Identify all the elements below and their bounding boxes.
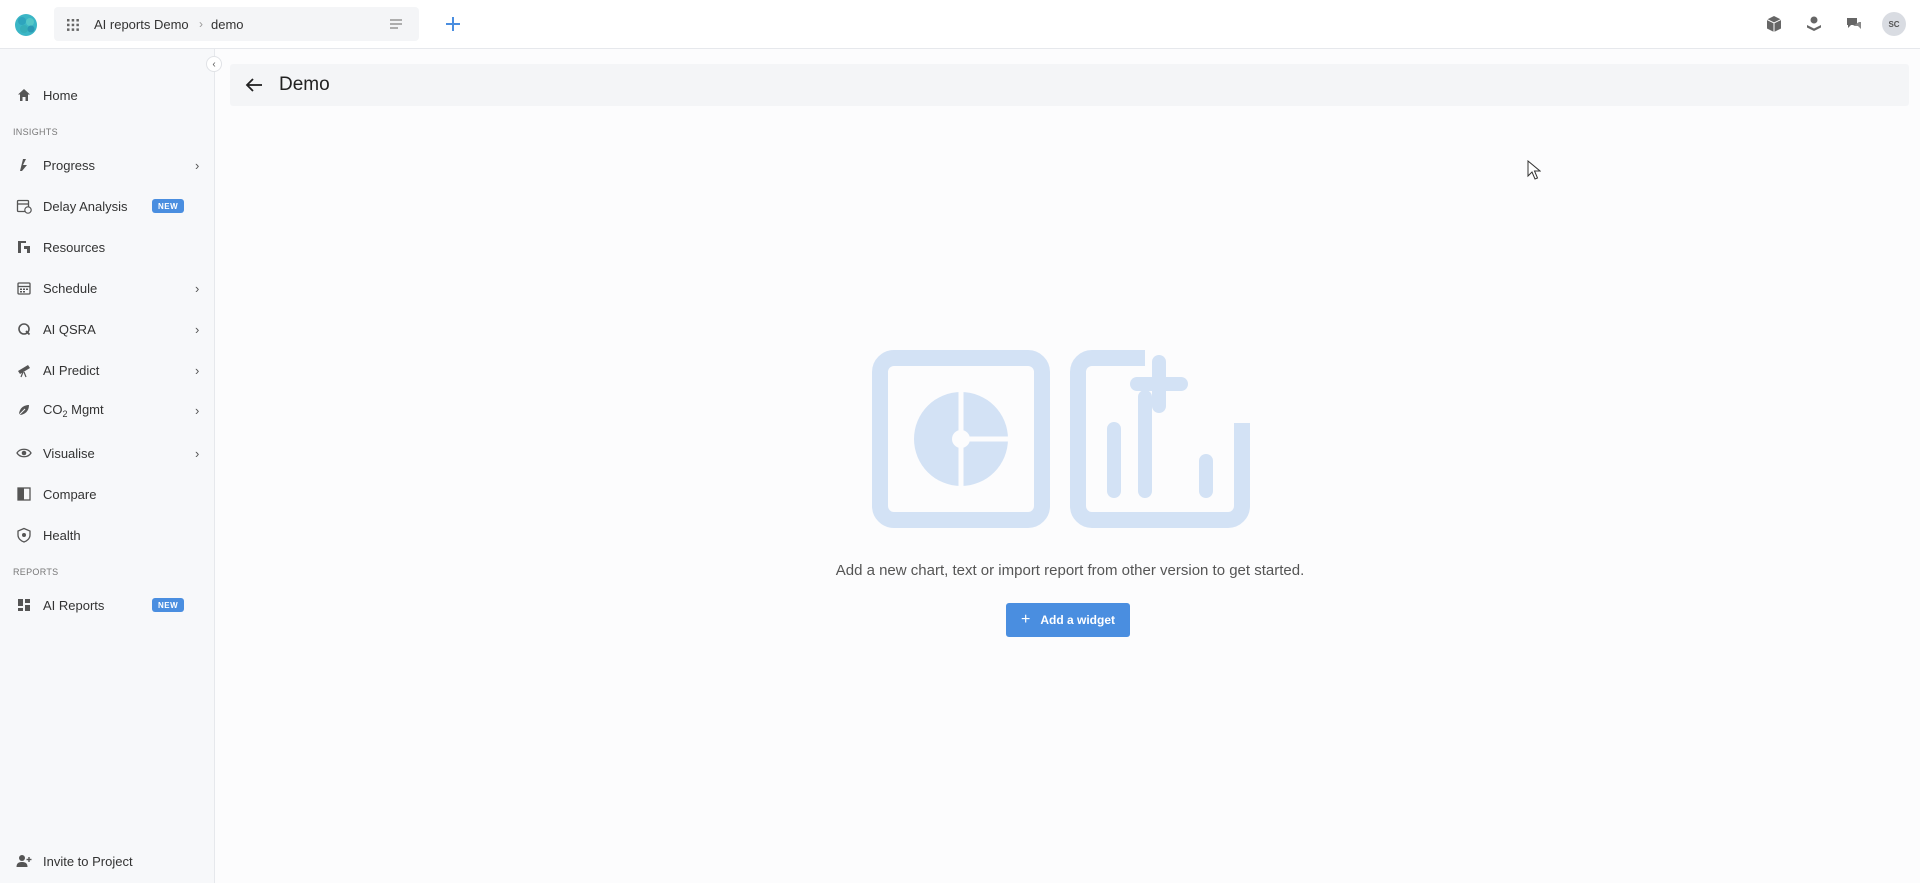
chevron-right-icon: › [195,402,200,418]
sidebar-item-label: AI Predict [43,362,100,378]
sidebar-item-co2-mgmt[interactable]: CO2 Mgmt › [0,394,214,426]
sidebar-item-health[interactable]: Health [0,519,214,551]
empty-state-message: Add a new chart, text or import report f… [835,562,1305,579]
add-chart-icon [1070,350,1250,528]
sidebar-item-schedule[interactable]: Schedule › [0,272,214,304]
sidebar-item-label: Compare [43,486,97,502]
sidebar: Home INSIGHTS Progress › Delay Analysis … [0,49,215,883]
page-title: Demo [279,74,330,95]
sidebar-item-label: Schedule [43,280,98,296]
sidebar-item-label: AI Reports [43,597,105,613]
box-icon[interactable] [1762,12,1786,36]
add-widget-label: Add a widget [1040,613,1115,627]
sidebar-item-home[interactable]: Home [0,79,214,111]
sidebar-item-label: Home [43,87,78,103]
sidebar-item-label: Visualise [43,445,95,461]
chat-help-icon[interactable] [1842,12,1866,36]
grid-icon[interactable] [66,18,80,32]
new-badge: NEW [152,598,185,612]
menu-icon[interactable] [389,17,403,31]
home-icon [18,89,30,101]
resources-icon [18,241,30,253]
sidebar-item-label: Delay Analysis [43,198,128,214]
sidebar-item-label: AI QSRA [43,321,96,337]
add-user-icon [16,855,32,867]
sidebar-item-visualise[interactable]: Visualise › [0,437,214,469]
chevron-right-icon: › [195,280,200,296]
plus-icon: + [1020,611,1031,628]
layers-icon[interactable] [1802,12,1826,36]
add-tab-icon[interactable] [441,12,465,36]
top-bar: AI reports Demo › demo SC [0,0,1920,49]
sidebar-item-progress[interactable]: Progress › [0,149,214,181]
sidebar-item-label: Invite to Project [43,853,133,869]
pie-chart-icon [872,350,1050,528]
breadcrumb-version[interactable]: demo [211,17,244,32]
report-header: Demo [230,64,1909,106]
breadcrumb-separator: › [199,17,203,31]
leaf-icon [18,405,29,416]
calendar-clock-icon [16,199,32,214]
sidebar-collapse-button[interactable]: ‹ [206,56,222,72]
chevron-right-icon: › [195,321,200,337]
breadcrumb-project[interactable]: AI reports Demo [94,17,189,32]
sidebar-item-label: Progress [43,157,96,173]
section-label-reports: REPORTS [13,567,59,577]
sidebar-item-label: CO2 Mgmt [43,401,104,419]
top-right-icons: SC [1762,12,1906,36]
qsra-icon [18,323,31,336]
progress-icon [20,159,27,171]
empty-state-illustration [872,350,1250,528]
chevron-right-icon: › [195,362,200,378]
sidebar-item-ai-reports[interactable]: AI Reports NEW [0,589,214,621]
sidebar-item-resources[interactable]: Resources [0,231,214,263]
dashboard-icon [18,599,30,611]
back-arrow-icon[interactable] [245,77,263,93]
sidebar-item-compare[interactable]: Compare [0,478,214,510]
sidebar-item-ai-predict[interactable]: AI Predict › [0,354,214,386]
sidebar-item-ai-qsra[interactable]: AI QSRA › [0,313,214,345]
sidebar-item-invite[interactable]: Invite to Project [0,845,214,877]
add-widget-button[interactable]: + Add a widget [1006,603,1130,637]
avatar[interactable]: SC [1882,12,1906,36]
shield-icon [17,527,31,543]
compare-icon [17,487,31,501]
mouse-cursor-icon [1527,160,1541,180]
eye-icon [16,448,32,458]
section-label-insights: INSIGHTS [13,127,58,137]
telescope-icon [18,365,30,378]
sidebar-item-label: Resources [43,239,106,255]
chevron-right-icon: › [195,157,200,173]
app-logo-icon[interactable] [14,13,38,37]
breadcrumb: AI reports Demo › demo [54,7,419,41]
chevron-right-icon: › [195,445,200,461]
sidebar-item-delay-analysis[interactable]: Delay Analysis NEW [0,190,214,222]
calendar-icon [17,282,31,295]
sidebar-item-label: Health [43,527,81,543]
new-badge: NEW [152,199,185,213]
